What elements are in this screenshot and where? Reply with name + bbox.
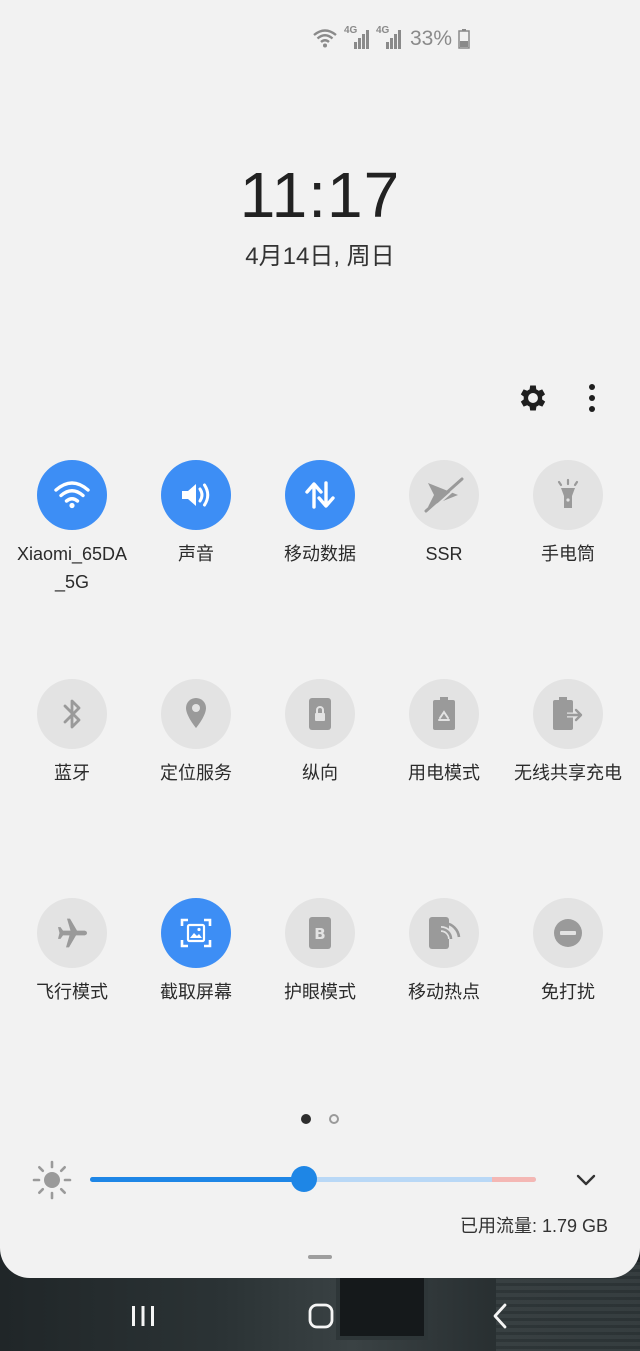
tile-sound[interactable]: 声音 <box>134 460 258 568</box>
portrait-lock-icon[interactable] <box>285 679 355 749</box>
tile-flashlight[interactable]: 手电筒 <box>506 460 630 568</box>
tile-label: 无线共享充电 <box>514 763 622 783</box>
hotspot-icon[interactable] <box>409 898 479 968</box>
tile-label: 蓝牙 <box>54 763 90 783</box>
tile-label: 移动数据 <box>284 544 356 564</box>
tile-location[interactable]: 定位服务 <box>134 679 258 787</box>
mobile-data-icon[interactable] <box>285 460 355 530</box>
tile-label: Xiaomi_65DA_5G <box>16 544 128 592</box>
brightness-fill <box>90 1177 305 1182</box>
page-dot-1[interactable] <box>301 1114 311 1124</box>
home-icon[interactable] <box>291 1298 351 1334</box>
panel-drag-handle[interactable] <box>308 1255 332 1259</box>
screenshot-icon[interactable] <box>161 898 231 968</box>
tile-label: 手电筒 <box>541 544 595 564</box>
gear-icon[interactable] <box>516 381 550 415</box>
chevron-down-icon[interactable] <box>572 1166 600 1194</box>
tile-label: 声音 <box>178 544 214 564</box>
signal-1-icon: 4G <box>344 25 370 51</box>
brightness-high-zone <box>492 1177 536 1182</box>
tile-ssr[interactable]: SSR <box>382 460 506 568</box>
paper-plane-off-icon[interactable] <box>409 460 479 530</box>
tile-label: 护眼模式 <box>284 982 356 1002</box>
tile-label: 纵向 <box>302 763 338 783</box>
battery-percent: 33% <box>409 27 452 50</box>
page-dot-2[interactable] <box>329 1114 339 1124</box>
tile-power-mode[interactable]: 用电模式 <box>382 679 506 787</box>
page-indicator <box>0 1114 640 1124</box>
tile-wireless-share[interactable]: 无线共享充电 <box>506 679 630 787</box>
recents-icon[interactable] <box>113 1298 173 1334</box>
status-bar: 4G 4G 33% <box>312 24 470 54</box>
data-usage-text: 已用流量: 1.79 GB <box>459 1216 608 1236</box>
sun-icon <box>32 1160 72 1200</box>
tile-screenshot[interactable]: 截取屏幕 <box>134 898 258 1006</box>
tile-label: 定位服务 <box>160 763 232 783</box>
wireless-share-icon[interactable] <box>533 679 603 749</box>
tile-label: 飞行模式 <box>36 982 108 1002</box>
tile-label: 免打扰 <box>541 982 595 1002</box>
clock-date: 4月14日, 周日 <box>245 243 395 270</box>
wifi-icon[interactable] <box>37 460 107 530</box>
tile-mobile-data[interactable]: 移动数据 <box>258 460 382 568</box>
airplane-icon[interactable] <box>37 898 107 968</box>
tile-eye-comfort[interactable]: B 护眼模式 <box>258 898 382 1006</box>
location-icon[interactable] <box>161 679 231 749</box>
do-not-disturb-icon[interactable] <box>533 898 603 968</box>
battery-icon <box>458 29 470 49</box>
tile-hotspot[interactable]: 移动热点 <box>382 898 506 1006</box>
quick-settings-panel: 4G 4G 33% 11:17 4月14日, 周日 Xiaomi_65DA_5G… <box>0 0 640 1278</box>
tile-portrait[interactable]: 纵向 <box>258 679 382 787</box>
tile-wifi[interactable]: Xiaomi_65DA_5G <box>10 460 134 596</box>
tile-label: 用电模式 <box>408 763 480 783</box>
tile-do-not-disturb[interactable]: 免打扰 <box>506 898 630 1006</box>
brightness-thumb[interactable] <box>291 1166 318 1192</box>
tile-label: 截取屏幕 <box>160 982 232 1002</box>
clock-time: 11:17 <box>239 159 401 231</box>
eye-comfort-icon[interactable]: B <box>285 898 355 968</box>
more-vertical-icon[interactable] <box>580 381 604 415</box>
tile-bluetooth[interactable]: 蓝牙 <box>10 679 134 787</box>
bluetooth-icon[interactable] <box>37 679 107 749</box>
power-mode-icon[interactable] <box>409 679 479 749</box>
tile-label: SSR <box>425 544 463 564</box>
tile-label: 移动热点 <box>408 982 480 1002</box>
tile-airplane[interactable]: 飞行模式 <box>10 898 134 1006</box>
wifi-status-icon <box>313 29 337 48</box>
svg-text:B: B <box>314 925 325 943</box>
volume-icon[interactable] <box>161 460 231 530</box>
back-icon[interactable] <box>470 1298 530 1334</box>
flashlight-icon[interactable] <box>533 460 603 530</box>
signal-2-icon: 4G <box>376 25 402 51</box>
